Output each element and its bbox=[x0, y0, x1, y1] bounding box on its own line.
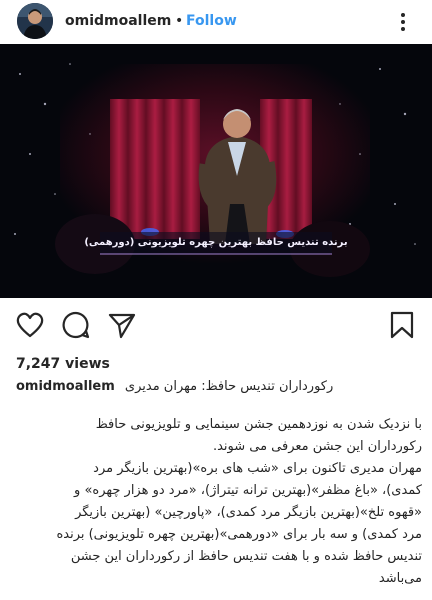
follow-button[interactable]: Follow bbox=[186, 13, 237, 29]
caption-line: با نزدیک شدن به نوزدهمین جشن سینمایی و ت… bbox=[95, 417, 422, 432]
caption-line: رکورداران این جشن معرفی می شوند. bbox=[212, 439, 422, 454]
avatar-photo bbox=[17, 3, 53, 39]
username-link[interactable]: omidmoallem bbox=[65, 13, 171, 29]
caption-line: می‌باشد bbox=[378, 571, 422, 586]
caption-title: رکورداران تندیس حافظ: مهران مدیری bbox=[124, 379, 334, 394]
caption-line: کمدی)، «باغ مظفر»(بهترین ترانه تیتراژ)، … bbox=[74, 483, 422, 498]
caption-username-link[interactable]: omidmoallem bbox=[16, 379, 115, 394]
video-frame bbox=[0, 44, 432, 298]
heart-icon[interactable] bbox=[14, 309, 46, 341]
caption-line: «قهوه تلخ»(بهترین بازیگر مرد کمدی)، «پاو… bbox=[75, 505, 422, 520]
caption-header: omidmoallem رکورداران تندیس حافظ: مهران … bbox=[16, 379, 416, 394]
caption-line: مرد کمدی) و سه بار برای «دورهمی»(بهترین … bbox=[56, 527, 422, 542]
paper-plane-icon[interactable] bbox=[106, 309, 138, 341]
caption-line: تندیس حافظ شده و با هفت تندیس حافظ از رک… bbox=[70, 549, 422, 564]
caption-body: با نزدیک شدن به نوزدهمین جشن سینمایی و ت… bbox=[10, 414, 422, 590]
caption-line: مهران مدیری تاکنون برای «شب های بره»(بهت… bbox=[93, 461, 422, 476]
post-video[interactable]: برنده تندیس حافظ بهترین چهره تلویزیونی (… bbox=[0, 44, 432, 298]
separator-dot: • bbox=[175, 13, 184, 29]
more-options-icon[interactable] bbox=[398, 8, 408, 36]
comment-icon[interactable] bbox=[60, 309, 92, 341]
post-header: omidmoallem • Follow bbox=[0, 0, 432, 44]
action-bar bbox=[0, 300, 432, 350]
video-caption-overlay: برنده تندیس حافظ بهترین چهره تلویزیونی (… bbox=[84, 237, 348, 248]
view-count: 7,247 views bbox=[16, 356, 110, 372]
bookmark-icon[interactable] bbox=[386, 309, 418, 341]
avatar[interactable] bbox=[17, 3, 53, 39]
